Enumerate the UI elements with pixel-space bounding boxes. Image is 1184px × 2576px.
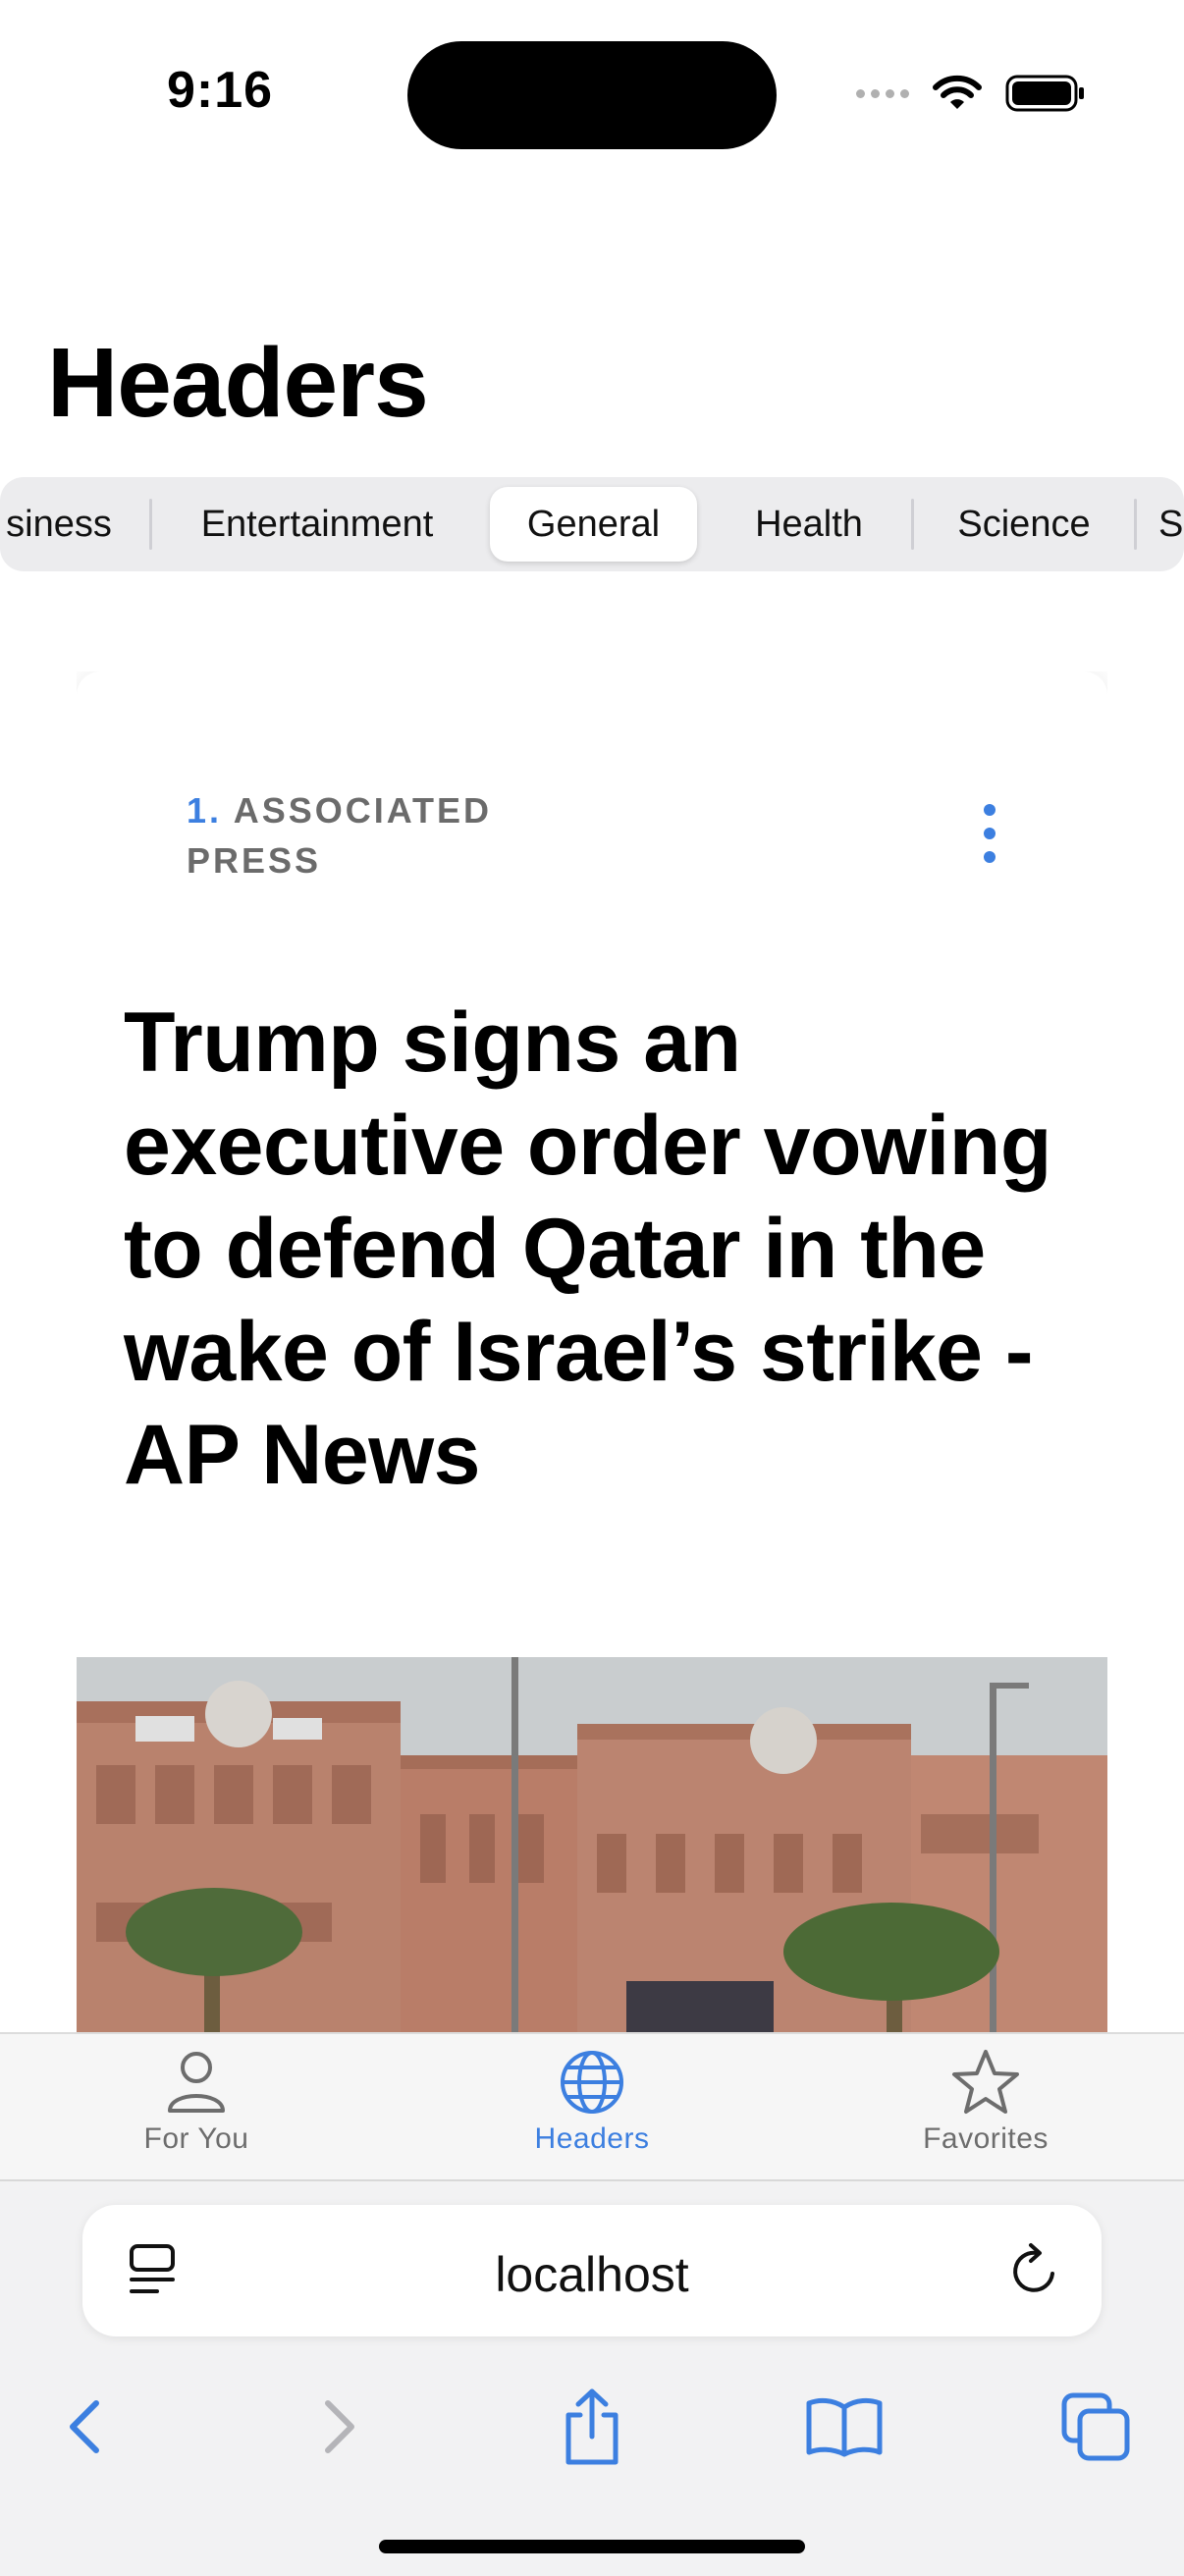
tabs-icon: [1061, 2392, 1130, 2461]
address-bar[interactable]: localhost: [82, 2205, 1102, 2336]
tab-label: Headers: [534, 2122, 650, 2155]
cellular-signal-icon: [856, 88, 909, 98]
segment-sports[interactable]: S: [1158, 487, 1184, 562]
segment-divider: [1134, 499, 1137, 550]
article-card[interactable]: 1. ASSOCIATED PRESS Trump signs an execu…: [77, 671, 1107, 2032]
article-photo-illustration: [77, 1657, 1107, 2032]
tab-favorites[interactable]: Favorites: [858, 2048, 1113, 2175]
person-icon: [168, 2052, 225, 2113]
segment-divider: [911, 499, 914, 550]
source-line-1: ASSOCIATED: [233, 790, 493, 831]
wifi-icon: [933, 75, 982, 109]
globe-icon: [561, 2051, 623, 2114]
book-icon: [806, 2397, 883, 2457]
segment-label: Entertainment: [200, 503, 434, 545]
article-card-viewport: 1. ASSOCIATED PRESS Trump signs an execu…: [77, 671, 1107, 2032]
article-rank: 1.: [187, 790, 223, 831]
article-headline[interactable]: Trump signs an executive order vowing to…: [124, 992, 1056, 1507]
status-indicators: [856, 74, 1086, 113]
segment-health[interactable]: Health: [709, 487, 909, 562]
status-time: 9:16: [167, 62, 274, 119]
tab-label: Favorites: [923, 2122, 1049, 2155]
back-button[interactable]: [35, 2378, 134, 2476]
segment-general[interactable]: General: [490, 487, 697, 562]
url-text: localhost: [495, 2247, 689, 2302]
bookmarks-button[interactable]: [795, 2378, 893, 2476]
article-image[interactable]: [77, 1657, 1107, 2032]
segment-science[interactable]: Science: [919, 487, 1129, 562]
home-indicator[interactable]: [379, 2540, 805, 2553]
more-options-icon[interactable]: [970, 804, 1009, 863]
segment-label: Health: [755, 503, 863, 545]
tabs-button[interactable]: [1047, 2378, 1145, 2476]
segment-business[interactable]: siness: [0, 487, 128, 562]
forward-button[interactable]: [291, 2378, 389, 2476]
reload-icon[interactable]: [1007, 2240, 1062, 2299]
star-icon: [952, 2050, 1019, 2114]
segment-label: S: [1158, 503, 1184, 545]
status-bar: 9:16: [0, 0, 1184, 177]
browser-chrome: localhost: [0, 2179, 1184, 2576]
category-segmented-control: siness Entertainment General Health Scie…: [0, 477, 1184, 571]
battery-icon: [1005, 75, 1084, 112]
article-source: 1. ASSOCIATED PRESS: [187, 785, 501, 886]
chevron-left-icon: [70, 2400, 99, 2453]
segment-divider: [149, 499, 152, 550]
segment-entertainment[interactable]: Entertainment: [165, 487, 469, 562]
tab-headers[interactable]: Headers: [464, 2048, 720, 2175]
source-line-2: PRESS: [187, 840, 322, 881]
segment-label: Science: [957, 503, 1091, 545]
tab-label: For You: [143, 2122, 249, 2155]
dynamic-island: [407, 41, 777, 149]
tab-bar: For You Headers Favorites: [0, 2032, 1184, 2181]
chevron-right-icon: [325, 2400, 354, 2453]
share-icon: [565, 2388, 619, 2465]
share-button[interactable]: [543, 2378, 641, 2476]
segment-label: siness: [6, 503, 112, 545]
segment-label: General: [526, 503, 661, 545]
page-title: Headers: [47, 328, 429, 438]
tab-for-you[interactable]: For You: [69, 2048, 324, 2175]
